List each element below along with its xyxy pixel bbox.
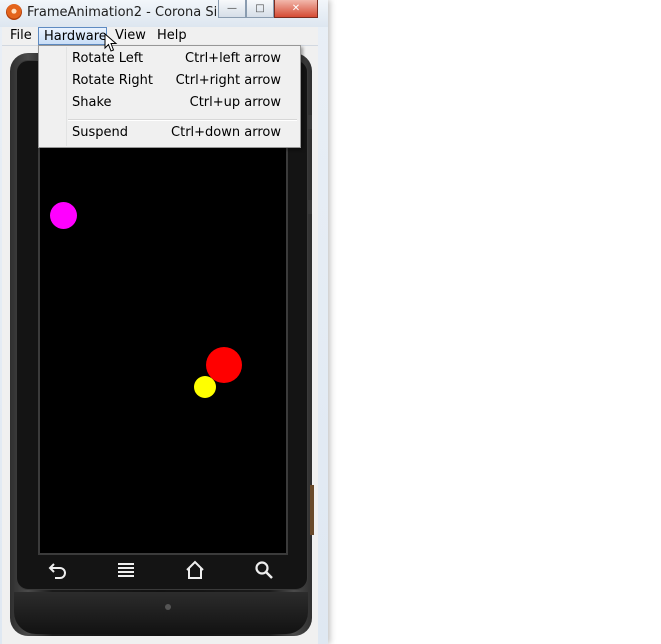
menu-bar: File Hardware View Help — [2, 27, 318, 46]
home-icon[interactable] — [183, 558, 207, 582]
menu-item-shortcut: Ctrl+up arrow — [189, 95, 281, 110]
search-icon[interactable] — [252, 558, 276, 582]
menu-item-suspend[interactable]: Suspend Ctrl+down arrow — [39, 123, 300, 143]
menu-file[interactable]: File — [10, 27, 32, 45]
title-bar[interactable]: FrameAnimation2 - Corona Si... — □ ✕ — [0, 0, 328, 27]
menu-item-rotate-left[interactable]: Rotate Left Ctrl+left arrow — [39, 49, 300, 69]
minimize-icon: — — [227, 3, 237, 14]
menu-separator — [68, 119, 297, 121]
corona-app-icon — [6, 4, 22, 20]
phone-nav-bar — [38, 556, 284, 586]
yellow-ball — [194, 376, 216, 398]
magenta-ball — [50, 202, 77, 229]
back-icon[interactable] — [46, 558, 70, 582]
close-button[interactable]: ✕ — [274, 0, 318, 18]
side-button-top — [308, 115, 312, 129]
menu-view[interactable]: View — [115, 27, 146, 45]
maximize-icon: □ — [255, 3, 265, 14]
hardware-dropdown-menu: Rotate Left Ctrl+left arrow Rotate Right… — [38, 45, 301, 148]
menu-item-shortcut: Ctrl+down arrow — [171, 125, 281, 140]
close-icon: ✕ — [291, 3, 301, 14]
menu-icon[interactable] — [114, 558, 138, 582]
maximize-button[interactable]: □ — [246, 0, 274, 18]
side-button-camera — [310, 485, 314, 535]
phone-chin — [14, 592, 308, 634]
mouse-cursor-icon — [104, 33, 118, 52]
menu-item-shake[interactable]: Shake Ctrl+up arrow — [39, 93, 300, 113]
menu-hardware[interactable]: Hardware — [38, 27, 107, 45]
phone-microphone — [165, 604, 171, 610]
side-button-middle — [308, 200, 312, 214]
window-controls: — □ ✕ — [218, 0, 318, 18]
menu-help[interactable]: Help — [157, 27, 187, 45]
menu-item-rotate-right[interactable]: Rotate Right Ctrl+right arrow — [39, 71, 300, 91]
menu-item-label: Shake — [72, 95, 112, 110]
window-title: FrameAnimation2 - Corona Si... — [27, 5, 230, 20]
menu-item-shortcut: Ctrl+right arrow — [175, 73, 281, 88]
menu-item-shortcut: Ctrl+left arrow — [185, 51, 281, 66]
minimize-button[interactable]: — — [218, 0, 246, 18]
menu-item-label: Suspend — [72, 125, 129, 140]
menu-item-label: Rotate Right — [72, 73, 153, 88]
